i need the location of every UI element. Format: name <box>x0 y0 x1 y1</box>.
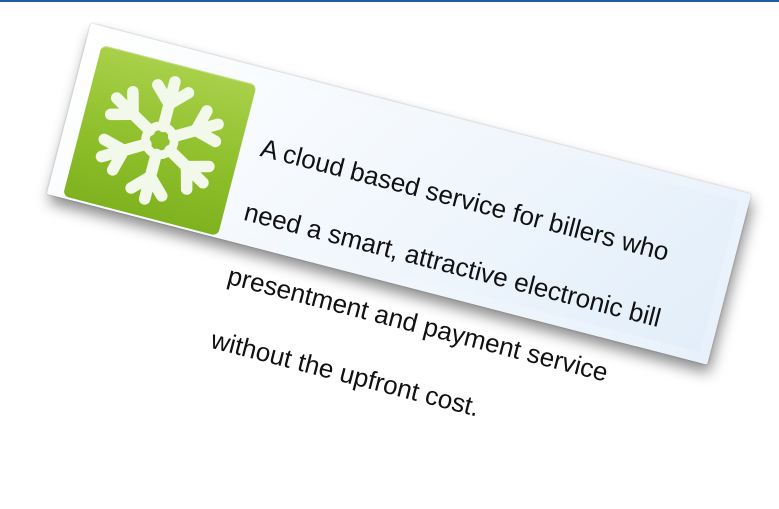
icon-tile <box>62 44 257 236</box>
snowflake-icon <box>95 76 224 205</box>
promo-card: A cloud based service for billers who ne… <box>46 23 752 422</box>
card-description: A cloud based service for billers who ne… <box>199 100 728 505</box>
promo-card-inner: A cloud based service for billers who ne… <box>59 35 739 422</box>
page-background: A cloud based service for billers who ne… <box>0 0 779 422</box>
